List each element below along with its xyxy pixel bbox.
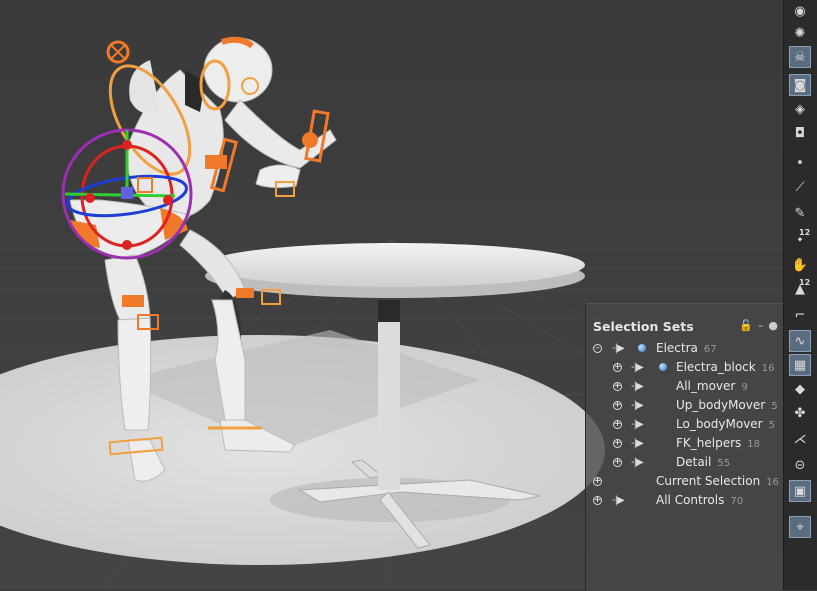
set-label: Detail 55 bbox=[676, 455, 731, 469]
set-label: Electra_block 16 bbox=[676, 360, 775, 374]
set-label: Up_bodyMover 5 bbox=[676, 398, 778, 412]
expand-icon[interactable]: + bbox=[593, 476, 602, 486]
curve-icon[interactable]: ⌐ bbox=[789, 304, 811, 326]
set-row-up-bodymover[interactable]: + -|▶ Up_bodyMover 5 bbox=[586, 396, 784, 414]
selection-sets-panel: Selection Sets 🔓 – ● – -|▶ Electra 67 + -… bbox=[585, 303, 784, 591]
wave-icon[interactable]: ∿ bbox=[789, 330, 811, 352]
minimize-icon[interactable]: – bbox=[758, 319, 764, 332]
key-icon: -|▶ bbox=[631, 437, 644, 449]
light-bulb-icon[interactable]: ✺ bbox=[789, 22, 811, 44]
eye-icon[interactable]: ◈ bbox=[789, 98, 811, 120]
expand-icon[interactable]: + bbox=[613, 362, 622, 372]
sphere-light-icon[interactable]: ◉ bbox=[789, 0, 811, 22]
expand-icon[interactable]: + bbox=[613, 400, 622, 410]
expand-icon[interactable]: + bbox=[593, 495, 602, 505]
set-row-lo-bodymover[interactable]: + -|▶ Lo_bodyMover 5 bbox=[586, 415, 784, 433]
key-icon: -|▶ bbox=[612, 494, 625, 506]
camera-icon[interactable]: ◙ bbox=[789, 74, 811, 96]
image-icon[interactable]: ▣ bbox=[789, 480, 811, 502]
set-row-current-selection[interactable]: + Current Selection 16 bbox=[586, 472, 784, 490]
dot-icon[interactable]: • bbox=[789, 152, 811, 174]
brush-icon[interactable]: ⟋ bbox=[789, 176, 811, 198]
set-label: All Controls 70 bbox=[656, 493, 744, 507]
set-label: FK_helpers 18 bbox=[676, 436, 761, 450]
camera-eye-icon[interactable]: ◘ bbox=[789, 122, 811, 144]
expand-icon[interactable]: + bbox=[613, 457, 622, 467]
pin-icon[interactable]: ● bbox=[768, 319, 778, 332]
grid-toggle-icon[interactable]: ▦ bbox=[789, 354, 811, 376]
lock-icon[interactable]: 🔓 bbox=[739, 319, 753, 332]
set-row-electra[interactable]: – -|▶ Electra 67 bbox=[586, 339, 784, 357]
collapse-icon[interactable]: – bbox=[593, 343, 602, 353]
skull-icon[interactable]: ☠ bbox=[789, 46, 811, 68]
right-toolbar: ◉ ✺ ☠ ◙ ◈ ◘ • ⟋ ✎ 12 ⬩ ✋ 12 ▲ ⌐ ∿ ▦ ◆ ✤ ⋌ … bbox=[783, 0, 817, 590]
sphere-icon bbox=[638, 344, 646, 352]
set-label: Lo_bodyMover 5 bbox=[676, 417, 775, 431]
smooth-tool-icon[interactable]: 12 ▲ bbox=[789, 278, 811, 300]
pen-icon[interactable]: ✎ bbox=[789, 202, 811, 224]
sphere-icon bbox=[659, 363, 667, 371]
key-icon: -|▶ bbox=[631, 418, 644, 430]
set-label: Electra 67 bbox=[656, 341, 717, 355]
node-icon[interactable]: ⋌ bbox=[789, 428, 811, 450]
set-row-electra-block[interactable]: + -|▶ Electra_block 16 bbox=[586, 358, 784, 376]
expand-icon[interactable]: + bbox=[613, 381, 622, 391]
set-row-all-mover[interactable]: + -|▶ All_mover 9 bbox=[586, 377, 784, 395]
bug-icon[interactable]: ✤ bbox=[789, 402, 811, 424]
expand-icon[interactable]: + bbox=[613, 419, 622, 429]
key-icon: -|▶ bbox=[631, 399, 644, 411]
circle-stop-icon[interactable]: ⊝ bbox=[789, 454, 811, 476]
pose-tool-icon[interactable]: 12 ⬩ bbox=[789, 228, 811, 250]
key-icon: -|▶ bbox=[631, 456, 644, 468]
set-row-fk-helpers[interactable]: + -|▶ FK_helpers 18 bbox=[586, 434, 784, 452]
expand-icon[interactable]: + bbox=[613, 438, 622, 448]
set-label: All_mover 9 bbox=[676, 379, 748, 393]
sculpt-icon[interactable]: ✋ bbox=[789, 254, 811, 276]
set-label: Current Selection 16 bbox=[656, 474, 779, 488]
set-row-all-controls[interactable]: + -|▶ All Controls 70 bbox=[586, 491, 784, 509]
panel-header-icons: 🔓 – ● bbox=[739, 319, 778, 332]
key-icon: -|▶ bbox=[612, 342, 625, 354]
key-icon: -|▶ bbox=[631, 361, 644, 373]
set-row-detail[interactable]: + -|▶ Detail 55 bbox=[586, 453, 784, 471]
location-pin-icon[interactable]: ⌖ bbox=[789, 516, 811, 538]
diamond-icon[interactable]: ◆ bbox=[789, 378, 811, 400]
panel-title: Selection Sets bbox=[593, 319, 694, 334]
key-icon: -|▶ bbox=[631, 380, 644, 392]
